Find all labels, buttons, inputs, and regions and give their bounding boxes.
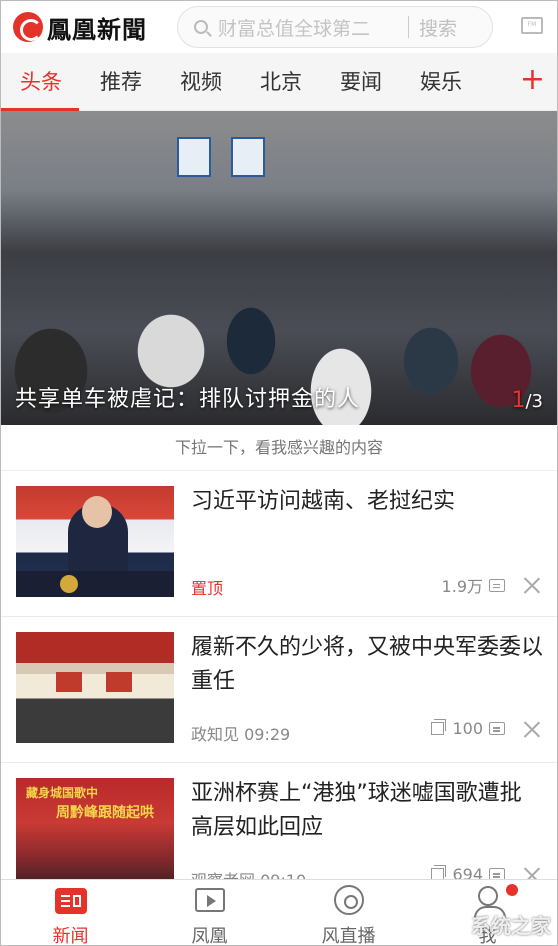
comment-icon[interactable]	[489, 722, 505, 735]
search-input[interactable]: 财富总值全球第二	[218, 14, 396, 41]
hero-sign	[177, 137, 211, 177]
hero-page-indicator: 1/3	[511, 388, 543, 413]
tab-entertainment[interactable]: 娱乐	[401, 53, 481, 111]
top-bar: 鳳凰新聞 财富总值全球第二 搜索 FM	[1, 1, 557, 53]
hero-image	[1, 111, 557, 425]
tab-headlines[interactable]: 头条	[1, 53, 81, 111]
notification-dot	[505, 884, 518, 896]
search-button[interactable]: 搜索	[419, 14, 457, 41]
thumb-caption: 藏身城国歌中	[26, 786, 99, 800]
hero-caption: 共享单车被虐记：排队讨押金的人	[15, 387, 361, 412]
hero-carousel[interactable]: 共享单车被虐记：排队讨押金的人 1/3	[1, 111, 557, 425]
channel-tabs: 头条 推荐 视频 北京 要闻 娱乐 +	[1, 53, 557, 111]
nav-label: 风直播	[321, 926, 376, 946]
watermark: 系统之家	[471, 914, 551, 938]
comment-count: 100	[452, 719, 483, 738]
pull-refresh-hint: 下拉一下，看我感兴趣的内容	[1, 425, 557, 471]
tab-video[interactable]: 视频	[161, 53, 241, 111]
news-title: 亚洲杯赛上“港独”球迷嘘国歌遭批 高层如此回应	[191, 781, 522, 840]
nav-phoenix-video[interactable]: 凤凰	[140, 880, 279, 945]
hero-page-current: 1	[511, 388, 526, 413]
comment-icon[interactable]	[489, 578, 505, 592]
user-icon	[473, 886, 506, 918]
hero-sign	[231, 137, 265, 177]
news-stats: 100	[431, 719, 541, 738]
gallery-icon	[431, 719, 447, 735]
logo-text: 鳳凰新聞	[47, 14, 147, 44]
dismiss-news-icon[interactable]	[523, 576, 541, 594]
add-channel-button[interactable]: +	[520, 65, 545, 95]
news-thumbnail: 藏身城国歌中 周黔峰跟随起哄	[16, 778, 174, 889]
search-divider	[408, 16, 409, 38]
nav-label: 新闻	[52, 926, 89, 946]
news-stats: 1.9万	[442, 573, 541, 597]
news-icon	[54, 888, 87, 914]
comment-count: 1.9万	[441, 577, 483, 596]
nav-news[interactable]: 新闻	[1, 880, 140, 945]
dismiss-news-icon[interactable]	[523, 720, 541, 738]
news-title: 习近平访问越南、老挝纪实	[191, 489, 456, 514]
tab-recommend[interactable]: 推荐	[81, 53, 161, 111]
news-source-time: 政知见 09:29	[191, 725, 291, 744]
nav-live[interactable]: 风直播	[279, 880, 418, 945]
search-bar[interactable]: 财富总值全球第二 搜索	[177, 6, 493, 48]
tab-beijing[interactable]: 北京	[241, 53, 321, 111]
live-icon	[333, 885, 364, 915]
news-item[interactable]: 习近平访问越南、老挝纪实 置顶 1.9万	[1, 471, 557, 617]
hero-page-total: /3	[525, 391, 543, 412]
thumb-caption: 周黔峰跟随起哄	[56, 805, 154, 821]
nav-label: 凤凰	[191, 926, 228, 946]
search-icon	[194, 20, 208, 34]
app-screen: 鳳凰新聞 财富总值全球第二 搜索 FM 头条 推荐 视频 北京 要闻 娱乐 + …	[0, 0, 558, 946]
news-thumbnail	[16, 632, 174, 743]
news-item[interactable]: 履新不久的少将，又被中央军委委以重任 政知见 09:29 100	[1, 617, 557, 763]
news-title: 履新不久的少将，又被中央军委委以重任	[191, 635, 544, 694]
video-icon	[194, 888, 225, 912]
fm-radio-icon[interactable]: FM	[521, 17, 543, 34]
app-logo[interactable]: 鳳凰新聞	[13, 10, 147, 45]
pinned-label: 置顶	[191, 579, 224, 598]
tab-important-news[interactable]: 要闻	[321, 53, 401, 111]
phoenix-logo-icon	[13, 12, 43, 42]
news-thumbnail	[16, 486, 174, 597]
